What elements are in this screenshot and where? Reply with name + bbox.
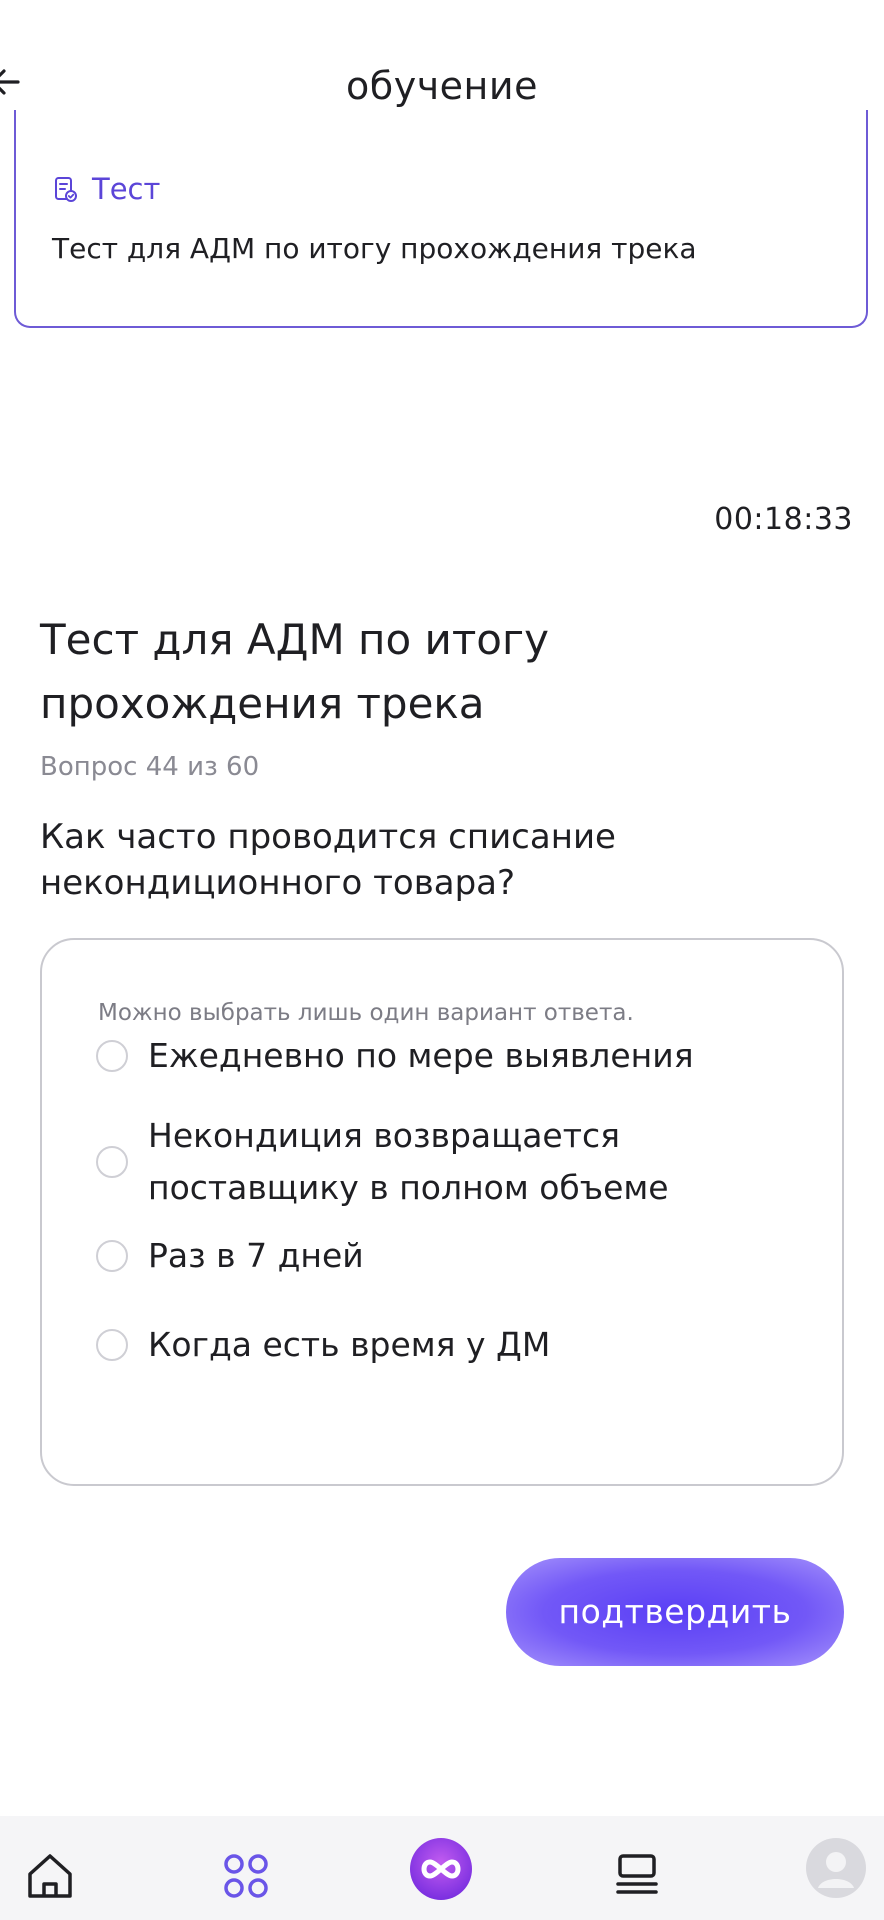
infinity-logo-icon [410, 1838, 472, 1900]
question-counter: Вопрос 44 из 60 [40, 752, 260, 782]
answer-option-label: Ежедневно по мере выявления [148, 1036, 694, 1075]
test-tag-label: Тест [92, 172, 161, 206]
radio-button[interactable] [96, 1329, 128, 1361]
answer-option-label: Когда есть время у ДМ [148, 1325, 551, 1364]
answers-hint: Можно выбрать лишь один вариант ответа. [98, 1000, 634, 1026]
courses-list-icon [616, 1854, 658, 1894]
question-text: Как часто проводится списание некондицио… [40, 817, 616, 903]
learning-test-screen: обучение Тест Тест для АДМ по итогу прох… [0, 0, 884, 1920]
profile-avatar-icon [806, 1838, 866, 1898]
answer-option-label: Некондиция возвращается поставщику в пол… [148, 1116, 669, 1207]
confirm-button[interactable]: подтвердить [506, 1558, 844, 1666]
test-info-card[interactable]: Тест Тест для АДМ по итогу прохождения т… [14, 110, 868, 328]
radio-button[interactable] [96, 1240, 128, 1272]
answer-option[interactable]: Раз в 7 дней [96, 1230, 788, 1282]
test-timer: 00:18:33 [714, 502, 853, 537]
catalog-grid-icon [224, 1854, 268, 1898]
nav-courses[interactable] [606, 1844, 670, 1908]
nav-main-logo[interactable] [408, 1836, 474, 1902]
header: обучение [0, 0, 884, 140]
document-check-icon [50, 174, 80, 204]
answers-card: Можно выбрать лишь один вариант ответа. … [40, 938, 844, 1486]
radio-button[interactable] [96, 1040, 128, 1072]
answer-option-label: Раз в 7 дней [148, 1236, 364, 1275]
test-tag: Тест [50, 172, 160, 206]
test-heading: Тест для АДМ по итогу прохождения трека [40, 615, 549, 728]
answer-option[interactable]: Когда есть время у ДМ [96, 1319, 788, 1371]
bottom-nav [0, 1816, 884, 1920]
test-card-title: Тест для АДМ по итогу прохождения трека [52, 232, 697, 265]
radio-button[interactable] [96, 1146, 128, 1178]
nav-profile[interactable] [804, 1836, 868, 1900]
answer-option[interactable]: Некондиция возвращается поставщику в пол… [96, 1110, 788, 1214]
page-title: обучение [346, 64, 538, 108]
nav-catalog[interactable] [214, 1844, 278, 1908]
home-icon [28, 1854, 72, 1898]
nav-home[interactable] [18, 1844, 82, 1908]
answer-option[interactable]: Ежедневно по мере выявления [96, 1030, 788, 1082]
